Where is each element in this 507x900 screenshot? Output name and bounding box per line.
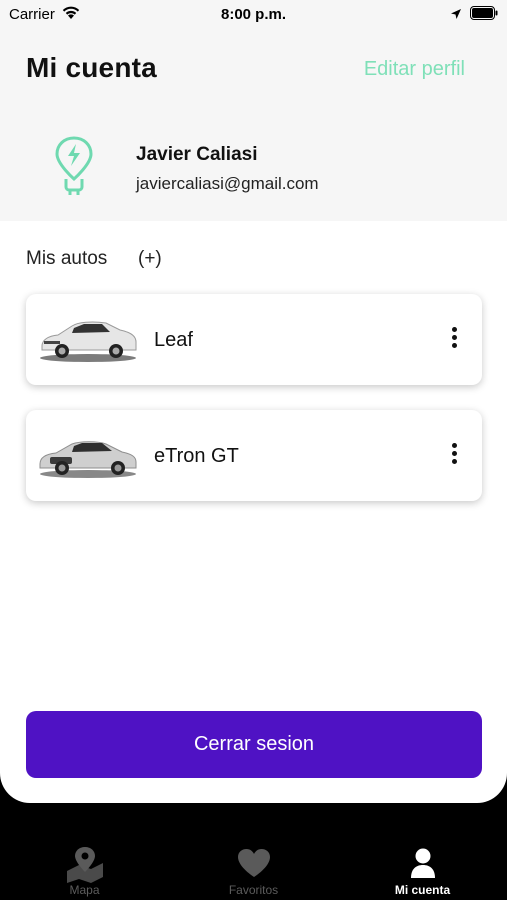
user-name: Javier Caliasi (136, 144, 258, 165)
tab-bar: Mapa Favoritos Mi cuenta (0, 803, 507, 900)
car-name: eTron GT (154, 445, 239, 467)
status-bar: Carrier 8:00 p.m. (0, 0, 507, 28)
clock: 8:00 p.m. (220, 6, 287, 23)
more-options-icon[interactable] (446, 324, 462, 354)
car-card-etron-gt[interactable]: eTron GT (26, 410, 482, 501)
map-pin-icon (65, 847, 105, 888)
ev-charger-logo-icon (52, 135, 96, 202)
car-image (36, 308, 140, 369)
user-icon (408, 847, 438, 884)
screen: Carrier 8:00 p.m. Mi cuenta Editar perfi… (0, 0, 507, 803)
battery-icon (470, 6, 498, 24)
car-name: Leaf (154, 329, 193, 351)
car-card-leaf[interactable]: Leaf (26, 294, 482, 385)
tab-map[interactable]: Mapa (0, 803, 169, 900)
page-title: Mi cuenta (26, 52, 157, 83)
tab-label: Mi cuenta (394, 883, 451, 897)
tab-account[interactable]: Mi cuenta (338, 803, 507, 900)
tab-label: Favoritos (228, 883, 279, 897)
tab-label: Mapa (69, 883, 100, 897)
heart-icon (236, 847, 272, 884)
cars-section-title: Mis autos (26, 248, 108, 269)
add-car-button[interactable]: (+) (138, 248, 162, 270)
logout-button[interactable]: Cerrar sesion (26, 711, 482, 778)
location-arrow-icon (450, 7, 462, 24)
more-options-icon[interactable] (446, 440, 462, 470)
edit-profile-link[interactable]: Editar perfil (364, 58, 465, 81)
user-email: javiercaliasi@gmail.com (136, 174, 319, 193)
tab-favorites[interactable]: Favoritos (169, 803, 338, 900)
car-image (36, 424, 140, 485)
